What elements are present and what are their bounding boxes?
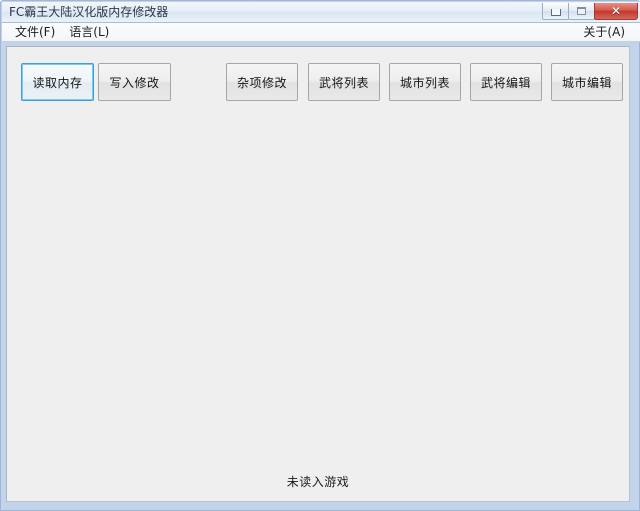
toolbar-button-4[interactable]: 城市列表 [389, 63, 461, 101]
toolbar-button-2[interactable]: 杂项修改 [226, 63, 298, 101]
minimize-icon [550, 9, 561, 16]
toolbar-button-0[interactable]: 读取内存 [21, 63, 94, 101]
toolbar-button-6[interactable]: 城市编辑 [551, 63, 623, 101]
menu-right-group: 关于(A) [576, 23, 632, 42]
status-text: 未读入游戏 [286, 475, 350, 489]
maximize-icon [577, 7, 586, 15]
window-controls: ✕ [542, 3, 638, 22]
maximize-button[interactable] [568, 3, 595, 20]
minimize-button[interactable] [542, 3, 569, 20]
toolbar-button-3[interactable]: 武将列表 [308, 63, 380, 101]
title-bar[interactable]: FC霸王大陆汉化版内存修改器 ✕ [2, 2, 640, 23]
close-button[interactable]: ✕ [594, 3, 638, 20]
close-icon: ✕ [610, 4, 622, 18]
menu-bar: 文件(F) 语言(L) 关于(A) [2, 23, 640, 42]
menu-item-language[interactable]: 语言(L) [62, 24, 116, 41]
client-area: 读取内存 写入修改 杂项修改 武将列表 城市列表 武将编辑 城市编辑 未读入游戏 [6, 46, 630, 502]
window-title: FC霸王大陆汉化版内存修改器 [9, 5, 169, 19]
toolbar-button-5[interactable]: 武将编辑 [470, 63, 542, 101]
menu-item-file[interactable]: 文件(F) [8, 24, 62, 41]
menu-left-group: 文件(F) 语言(L) [8, 23, 116, 42]
toolbar-button-1[interactable]: 写入修改 [98, 63, 171, 101]
menu-item-about[interactable]: 关于(A) [576, 24, 632, 41]
application-window: FC霸王大陆汉化版内存修改器 ✕ 文件(F) 语言(L) 关于(A) 读取内存写… [0, 0, 640, 511]
